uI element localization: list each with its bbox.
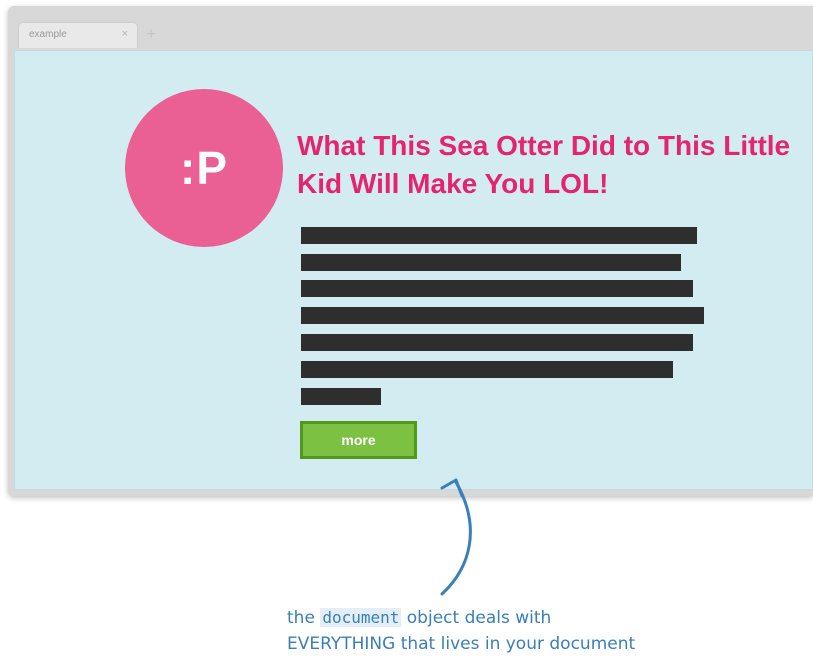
- annotation-suffix: object deals with: [401, 608, 552, 628]
- page-viewport: :P What This Sea Otter Did to This Littl…: [14, 50, 813, 490]
- close-icon[interactable]: ×: [122, 28, 128, 40]
- avatar: :P: [125, 89, 283, 247]
- redacted-line: [301, 307, 704, 324]
- redacted-line: [301, 334, 693, 351]
- page-headline: What This Sea Otter Did to This Little K…: [297, 130, 791, 199]
- redacted-line: [301, 361, 673, 378]
- annotation-line-2: EVERYTHING that lives in your document: [287, 634, 636, 654]
- browser-window: example × + :P What This Sea Otter Did t…: [8, 6, 813, 496]
- redacted-text-block: [301, 227, 721, 407]
- avatar-emoticon: :P: [180, 142, 228, 194]
- new-tab-icon[interactable]: +: [142, 26, 160, 44]
- annotation-prefix: the: [287, 608, 321, 628]
- tab-label: example: [29, 29, 67, 40]
- curved-up-arrow-icon: [440, 478, 472, 596]
- redacted-line: [301, 227, 697, 244]
- browser-tab[interactable]: example ×: [18, 22, 138, 48]
- redacted-line: [301, 254, 681, 271]
- annotation-code: document: [320, 608, 402, 627]
- redacted-line: [301, 280, 693, 297]
- annotation-line-1: the document object deals with: [287, 605, 787, 631]
- more-button[interactable]: more: [300, 421, 417, 459]
- tab-bar: example × +: [8, 6, 813, 50]
- illustration: example × + :P What This Sea Otter Did t…: [0, 0, 813, 667]
- annotation-caption: the document object deals with EVERYTHIN…: [287, 605, 787, 657]
- redacted-line: [301, 388, 381, 405]
